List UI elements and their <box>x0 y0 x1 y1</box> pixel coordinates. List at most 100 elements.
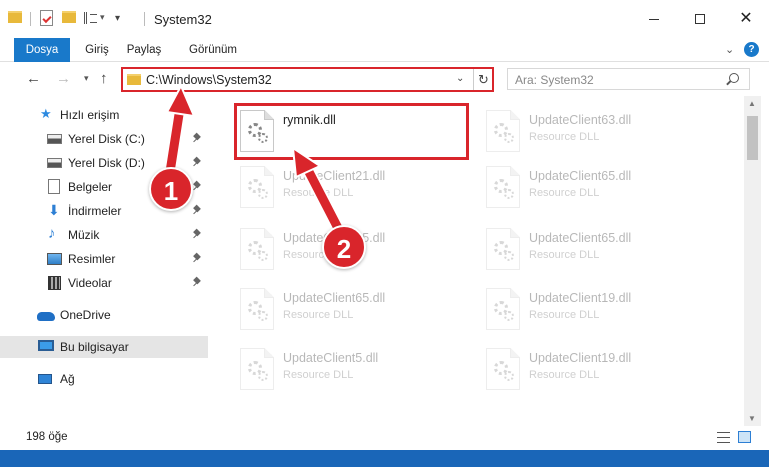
sidebar-item-label: Ağ <box>60 372 75 386</box>
back-button[interactable]: ← <box>26 70 41 87</box>
window-frame <box>0 450 769 467</box>
dll-file-icon <box>240 228 274 270</box>
chevron-down-icon[interactable]: ⌄ <box>456 73 464 84</box>
refresh-button[interactable]: ↻ <box>473 69 493 90</box>
file-name: UpdateClient5.dll <box>283 351 379 365</box>
close-icon: ✕ <box>739 10 753 27</box>
view-icon[interactable] <box>84 12 97 24</box>
dll-file-icon <box>486 288 520 330</box>
pin-icon[interactable] <box>193 206 201 214</box>
new-folder-icon[interactable] <box>62 11 76 23</box>
maximize-button[interactable] <box>677 0 723 38</box>
cloud-icon <box>37 312 55 321</box>
customize-quick-access-button[interactable]: ▾ <box>115 13 120 24</box>
search-input[interactable]: Ara: System32 <box>507 68 750 90</box>
file-name: UpdateClient65.dll <box>529 169 632 183</box>
document-icon <box>48 179 60 194</box>
up-button[interactable]: ↑ <box>100 70 108 87</box>
folder-icon <box>8 11 22 23</box>
address-path[interactable]: C:\Windows\System32 <box>146 73 272 87</box>
pin-icon[interactable] <box>193 278 201 286</box>
chevron-down-icon[interactable]: ▾ <box>100 12 105 23</box>
ribbon: Dosya Giriş Paylaş Görünüm ⌄ ? <box>0 38 769 62</box>
sidebar-item-onedrive[interactable]: OneDrive <box>0 304 208 326</box>
minimize-icon <box>649 18 659 20</box>
file-name: UpdateClient19.dll <box>529 291 632 305</box>
large-icons-view-icon[interactable] <box>738 431 751 443</box>
sidebar-item-label: Belgeler <box>68 180 113 194</box>
maximize-icon <box>695 14 705 24</box>
pin-icon[interactable] <box>193 182 201 190</box>
file-tile[interactable]: UpdateClient21.dll Resource DLL <box>236 158 472 214</box>
file-name: UpdateClient19.dll <box>529 351 632 365</box>
sidebar-item-label: Hızlı erişim <box>60 108 120 122</box>
sidebar-item-label: Yerel Disk (D:) <box>68 156 145 170</box>
file-tile[interactable]: UpdateClient63.dll Resource DLL <box>482 102 718 158</box>
disk-icon <box>47 158 62 168</box>
dll-file-icon <box>486 228 520 270</box>
file-name: UpdateClient65.dll <box>529 231 632 245</box>
tab-home[interactable]: Giriş <box>80 38 114 62</box>
download-icon: ⬇ <box>48 202 60 218</box>
pin-icon[interactable] <box>193 158 201 166</box>
divider <box>144 12 145 26</box>
file-tile[interactable]: UpdateClient19.dll Resource DLL <box>482 340 718 396</box>
sidebar-item-music[interactable]: ♪ Müzik <box>0 224 208 246</box>
sidebar-item-network[interactable]: Ağ <box>0 368 208 390</box>
expand-ribbon-icon[interactable]: ⌄ <box>725 43 734 56</box>
file-type: Resource DLL <box>529 187 600 199</box>
file-tile[interactable]: UpdateClient65.dll Resource DLL <box>482 158 718 214</box>
sidebar-item-pictures[interactable]: Resimler <box>0 248 208 270</box>
file-tile[interactable]: UpdateClient5.dll Resource DLL <box>236 340 472 396</box>
file-name: UpdateClient63.dll <box>529 113 632 127</box>
address-row: ← → ▾ ↑ C:\Windows\System32 ⌄ ↻ Ara: Sys… <box>0 62 769 96</box>
recent-locations-button[interactable]: ▾ <box>84 73 89 84</box>
sidebar-item-label: Resimler <box>68 252 116 266</box>
sidebar-item-label: OneDrive <box>60 308 111 322</box>
vertical-scrollbar[interactable]: ▲ ▼ <box>744 96 761 426</box>
address-bar[interactable]: C:\Windows\System32 ⌄ ↻ <box>121 67 494 92</box>
file-tile[interactable]: UpdateClient65.dll Resource DLL <box>236 280 472 336</box>
pictures-icon <box>47 253 62 265</box>
close-button[interactable]: ✕ <box>723 0 769 38</box>
file-type: Resource DLL <box>529 249 600 261</box>
forward-button[interactable]: → <box>56 70 71 87</box>
tab-share[interactable]: Paylaş <box>121 38 167 62</box>
minimize-button[interactable] <box>631 0 677 38</box>
sidebar-item-label: İndirmeler <box>68 204 122 218</box>
file-type: Resource DLL <box>283 187 354 199</box>
scroll-up-icon[interactable]: ▲ <box>748 99 756 108</box>
file-name: UpdateClient65.dll <box>283 291 386 305</box>
sidebar-item-this-pc[interactable]: Bu bilgisayar <box>0 336 208 358</box>
search-icon[interactable] <box>729 73 739 83</box>
help-icon[interactable]: ? <box>744 42 759 57</box>
file-tile[interactable]: UpdateClient19.dll Resource DLL <box>482 280 718 336</box>
scroll-down-icon[interactable]: ▼ <box>748 414 756 423</box>
window-title: System32 <box>154 12 212 27</box>
title-bar: ▾ ▾ System32 ✕ <box>0 0 769 38</box>
file-type: Resource DLL <box>283 369 354 381</box>
file-tile[interactable]: UpdateClient65.dll Resource DLL <box>482 220 718 276</box>
computer-icon <box>38 340 54 351</box>
tab-file[interactable]: Dosya <box>14 38 70 62</box>
dll-file-icon <box>486 110 520 152</box>
sidebar-item-label: Bu bilgisayar <box>60 340 129 354</box>
star-icon: ★ <box>40 106 52 121</box>
dll-file-icon <box>486 166 520 208</box>
file-type: Resource DLL <box>283 309 354 321</box>
sidebar-item-videos[interactable]: Videolar <box>0 272 208 294</box>
sidebar-item-quick-access[interactable]: ★ Hızlı erişim <box>0 104 208 126</box>
video-icon <box>48 276 61 290</box>
sidebar-item-local-disk-c[interactable]: Yerel Disk (C:) <box>0 128 208 150</box>
pin-icon[interactable] <box>193 230 201 238</box>
divider <box>30 12 31 26</box>
scroll-thumb[interactable] <box>747 116 758 160</box>
search-placeholder: Ara: System32 <box>515 73 594 87</box>
properties-icon[interactable] <box>40 10 53 26</box>
network-icon <box>38 374 52 384</box>
pin-icon[interactable] <box>193 254 201 262</box>
details-view-icon[interactable] <box>717 432 730 443</box>
tab-view[interactable]: Görünüm <box>180 38 246 62</box>
pin-icon[interactable] <box>193 134 201 142</box>
disk-icon <box>47 134 62 144</box>
